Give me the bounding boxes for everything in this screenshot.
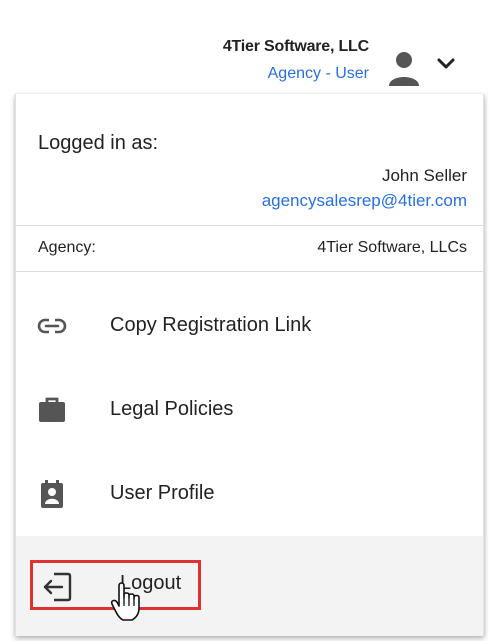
page: 4Tier Software, LLC Agency - User Logged… xyxy=(0,0,489,641)
agency-label: Agency: xyxy=(38,239,96,256)
logged-in-section: Logged in as: John Seller agencysalesrep… xyxy=(16,94,483,225)
user-name: John Seller xyxy=(381,166,467,185)
menu-item-copy-registration-link[interactable]: Copy Registration Link xyxy=(16,284,483,368)
briefcase-icon xyxy=(39,397,65,422)
menu-item-label: User Profile xyxy=(110,482,215,504)
person-icon[interactable] xyxy=(387,50,421,88)
agency-value: 4Tier Software, LLCs xyxy=(317,239,467,256)
account-header: 4Tier Software, LLC Agency - User xyxy=(0,0,489,94)
account-info: 4Tier Software, LLC Agency - User xyxy=(223,36,369,85)
contact-card-icon xyxy=(41,480,63,508)
user-role: Agency - User xyxy=(267,65,369,82)
menu-item-legal-policies[interactable]: Legal Policies xyxy=(16,368,483,452)
organization-name: 4Tier Software, LLC xyxy=(222,38,369,55)
account-dropdown-menu: Logged in as: John Seller agencysalesrep… xyxy=(15,94,484,636)
agency-row: Agency: 4Tier Software, LLCs xyxy=(16,225,483,271)
menu-item-label: Legal Policies xyxy=(110,398,234,420)
chevron-down-icon[interactable] xyxy=(435,56,457,72)
menu-item-label: Copy Registration Link xyxy=(110,314,312,336)
divider xyxy=(16,271,483,272)
link-icon xyxy=(37,318,67,334)
menu-item-user-profile[interactable]: User Profile xyxy=(16,452,483,536)
user-email: agencysalesrep@4tier.com xyxy=(261,191,467,210)
logged-in-label: Logged in as: xyxy=(38,132,159,154)
hand-pointer-cursor-icon xyxy=(110,582,140,621)
